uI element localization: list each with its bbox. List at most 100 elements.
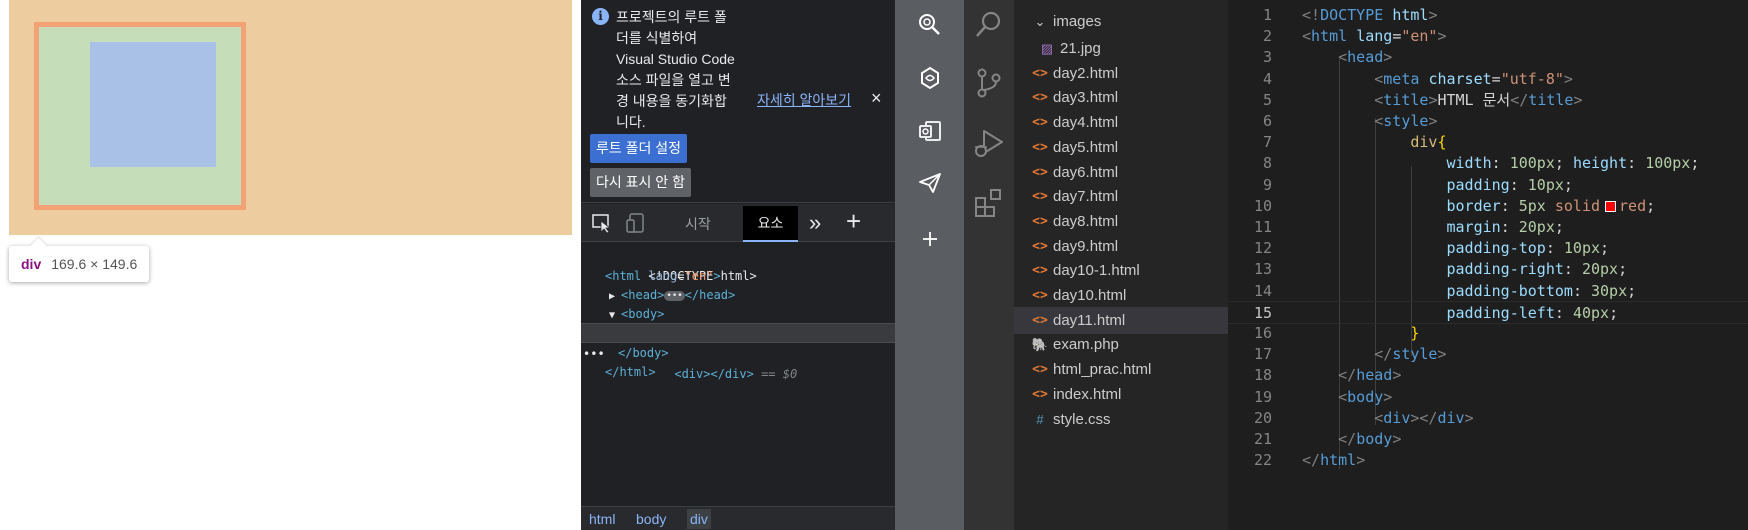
dom-node-body-close[interactable]: </body>	[581, 343, 895, 363]
dom-node-body[interactable]: ▼ <body>	[581, 304, 895, 324]
code-line[interactable]: 9 padding: 10px;	[1228, 174, 1748, 198]
line-number: 22	[1253, 451, 1272, 470]
search-icon[interactable]	[972, 8, 1006, 42]
collapse-body-icon[interactable]: ▼	[609, 310, 621, 321]
code-line[interactable]: 1 <!DOCTYPE html>	[1228, 4, 1748, 28]
file-item[interactable]: <> day8.html	[1014, 208, 1228, 235]
code-line[interactable]: 22 </html>	[1228, 449, 1748, 473]
file-item[interactable]: # style.css	[1014, 406, 1228, 433]
code-line[interactable]: 10 border: 5px solid red;	[1228, 195, 1748, 219]
add-icon[interactable]	[917, 226, 943, 252]
close-icon[interactable]: ×	[871, 88, 882, 109]
breadcrumb-body[interactable]: body	[636, 511, 666, 527]
inspect-element-icon[interactable]	[591, 212, 613, 234]
file-item[interactable]: <> day2.html	[1014, 60, 1228, 87]
code-line[interactable]: 18 </head>	[1228, 364, 1748, 388]
tab-elements[interactable]: 요소	[743, 206, 798, 242]
code-token: body	[1347, 387, 1384, 406]
code-line[interactable]: 16 }	[1228, 322, 1748, 346]
device-toolbar-icon[interactable]	[625, 212, 647, 234]
outlook-icon[interactable]	[917, 118, 943, 144]
code-line[interactable]: 17 </style>	[1228, 343, 1748, 367]
more-tabs-icon[interactable]: »	[809, 210, 821, 236]
code-line[interactable]: 5 <title>HTML 문서</title>	[1228, 89, 1748, 113]
file-item[interactable]: <> day7.html	[1014, 183, 1228, 210]
line-number: 6	[1262, 112, 1272, 130]
file-name: html_prac.html	[1053, 361, 1152, 379]
code-line[interactable]: 2 <html lang="en">	[1228, 25, 1748, 49]
code-line[interactable]: 12 padding-top: 10px;	[1228, 237, 1748, 261]
file-item[interactable]: <> day6.html	[1014, 159, 1228, 186]
breadcrumb-div[interactable]: div	[687, 509, 711, 529]
code-token: <	[1374, 90, 1384, 109]
line-number: 20	[1253, 408, 1272, 427]
code-editor[interactable]: 1 <!DOCTYPE html> 2 <html lang="en"> 3 <head…	[1228, 0, 1748, 530]
code-line[interactable]: 13 padding-right: 20px;	[1228, 258, 1748, 282]
dom-node-html-close[interactable]: </html>	[581, 362, 895, 382]
code-line[interactable]: 7 div{	[1228, 131, 1748, 155]
devtools-panel: i 프로젝트의 루트 폴 더를 식별하여 Visual Studio Code …	[581, 0, 895, 530]
zoom-icon[interactable]	[917, 12, 943, 38]
line-number: 14	[1253, 281, 1272, 300]
folder-images[interactable]: ⌄ images	[1014, 8, 1228, 35]
file-item[interactable]: <> day3.html	[1014, 84, 1228, 111]
code-text: margin: 20px;	[1302, 216, 1564, 240]
code-token: meta	[1383, 69, 1420, 88]
dom-node-doctype[interactable]: <!DOCTYPE html>	[581, 246, 895, 283]
file-name: day11.html	[1053, 311, 1126, 329]
code-token: div	[1410, 133, 1438, 152]
code-token: ;	[1618, 260, 1628, 279]
code-line[interactable]: 8 width: 100px; height: 100px;	[1228, 152, 1748, 176]
run-debug-icon[interactable]	[972, 126, 1006, 160]
dont-show-again-button[interactable]: 다시 표시 안 함	[590, 168, 691, 197]
code-line[interactable]: 14 padding-bottom: 30px;	[1228, 280, 1748, 304]
dom-node-head[interactable]: ▶ <head> ••• </head>	[581, 285, 895, 305]
code-token: 20px	[1518, 218, 1555, 236]
code-line[interactable]: 21 </body>	[1228, 428, 1748, 452]
source-control-icon[interactable]	[972, 66, 1006, 100]
file-item[interactable]: <> day4.html	[1014, 109, 1228, 136]
line-number: 11	[1253, 218, 1272, 236]
copilot-icon[interactable]	[917, 65, 943, 91]
code-line[interactable]: 4 <meta charset="utf-8">	[1228, 68, 1748, 92]
file-item[interactable]: <> html_prac.html	[1014, 356, 1228, 383]
breadcrumb-html[interactable]: html	[589, 511, 615, 527]
line-number: 10	[1253, 196, 1272, 215]
inspected-div-content[interactable]	[90, 42, 216, 167]
code-token: </	[1338, 366, 1357, 385]
file-item[interactable]: <> day5.html	[1014, 134, 1228, 161]
expand-head-icon[interactable]: ▶	[609, 291, 621, 302]
extensions-icon[interactable]	[972, 186, 1006, 220]
learn-more-link[interactable]: 자세히 알아보기	[757, 90, 851, 110]
html-file-icon: <>	[1032, 65, 1048, 81]
code-line[interactable]: 15 padding-left: 40px;	[1228, 300, 1748, 325]
code-line[interactable]: 3 <head>	[1228, 46, 1748, 70]
file-item[interactable]: <> day11.html	[1014, 306, 1228, 334]
add-tab-icon[interactable]: +	[846, 206, 861, 237]
file-item[interactable]: <> day10.html	[1014, 282, 1228, 309]
html-open-tag: <html	[605, 269, 642, 283]
code-line[interactable]: 20 <div></div>	[1228, 407, 1748, 431]
code-token: 30px	[1591, 281, 1628, 300]
file-item[interactable]: ▨ 21.jpg	[1014, 35, 1228, 62]
set-root-folder-button[interactable]: 루트 폴더 설정	[590, 134, 688, 163]
file-name: day2.html	[1053, 64, 1119, 82]
file-item[interactable]: 🐘 exam.php	[1014, 331, 1228, 358]
file-item[interactable]: <> day10-1.html	[1014, 257, 1228, 284]
file-item[interactable]: <> day9.html	[1014, 233, 1228, 260]
dom-node-div-selected[interactable]: ••• <div></div> == $0	[581, 323, 895, 381]
dom-node-html[interactable]: <html lang="en">	[581, 266, 895, 286]
color-swatch-icon[interactable]	[1605, 200, 1617, 212]
code-line[interactable]: 11 margin: 20px;	[1228, 216, 1748, 240]
code-line[interactable]: 6 <style>	[1228, 110, 1748, 134]
tab-start[interactable]: 시작	[685, 214, 711, 234]
code-token: <	[1374, 408, 1384, 427]
head-collapsed-badge[interactable]: •••	[664, 290, 685, 301]
html-file-icon: <>	[1032, 90, 1048, 106]
file-item[interactable]: <> index.html	[1014, 381, 1228, 408]
send-icon[interactable]	[917, 170, 943, 196]
code-line[interactable]: 19 <body>	[1228, 386, 1748, 410]
devtools-side-strip	[895, 0, 964, 530]
